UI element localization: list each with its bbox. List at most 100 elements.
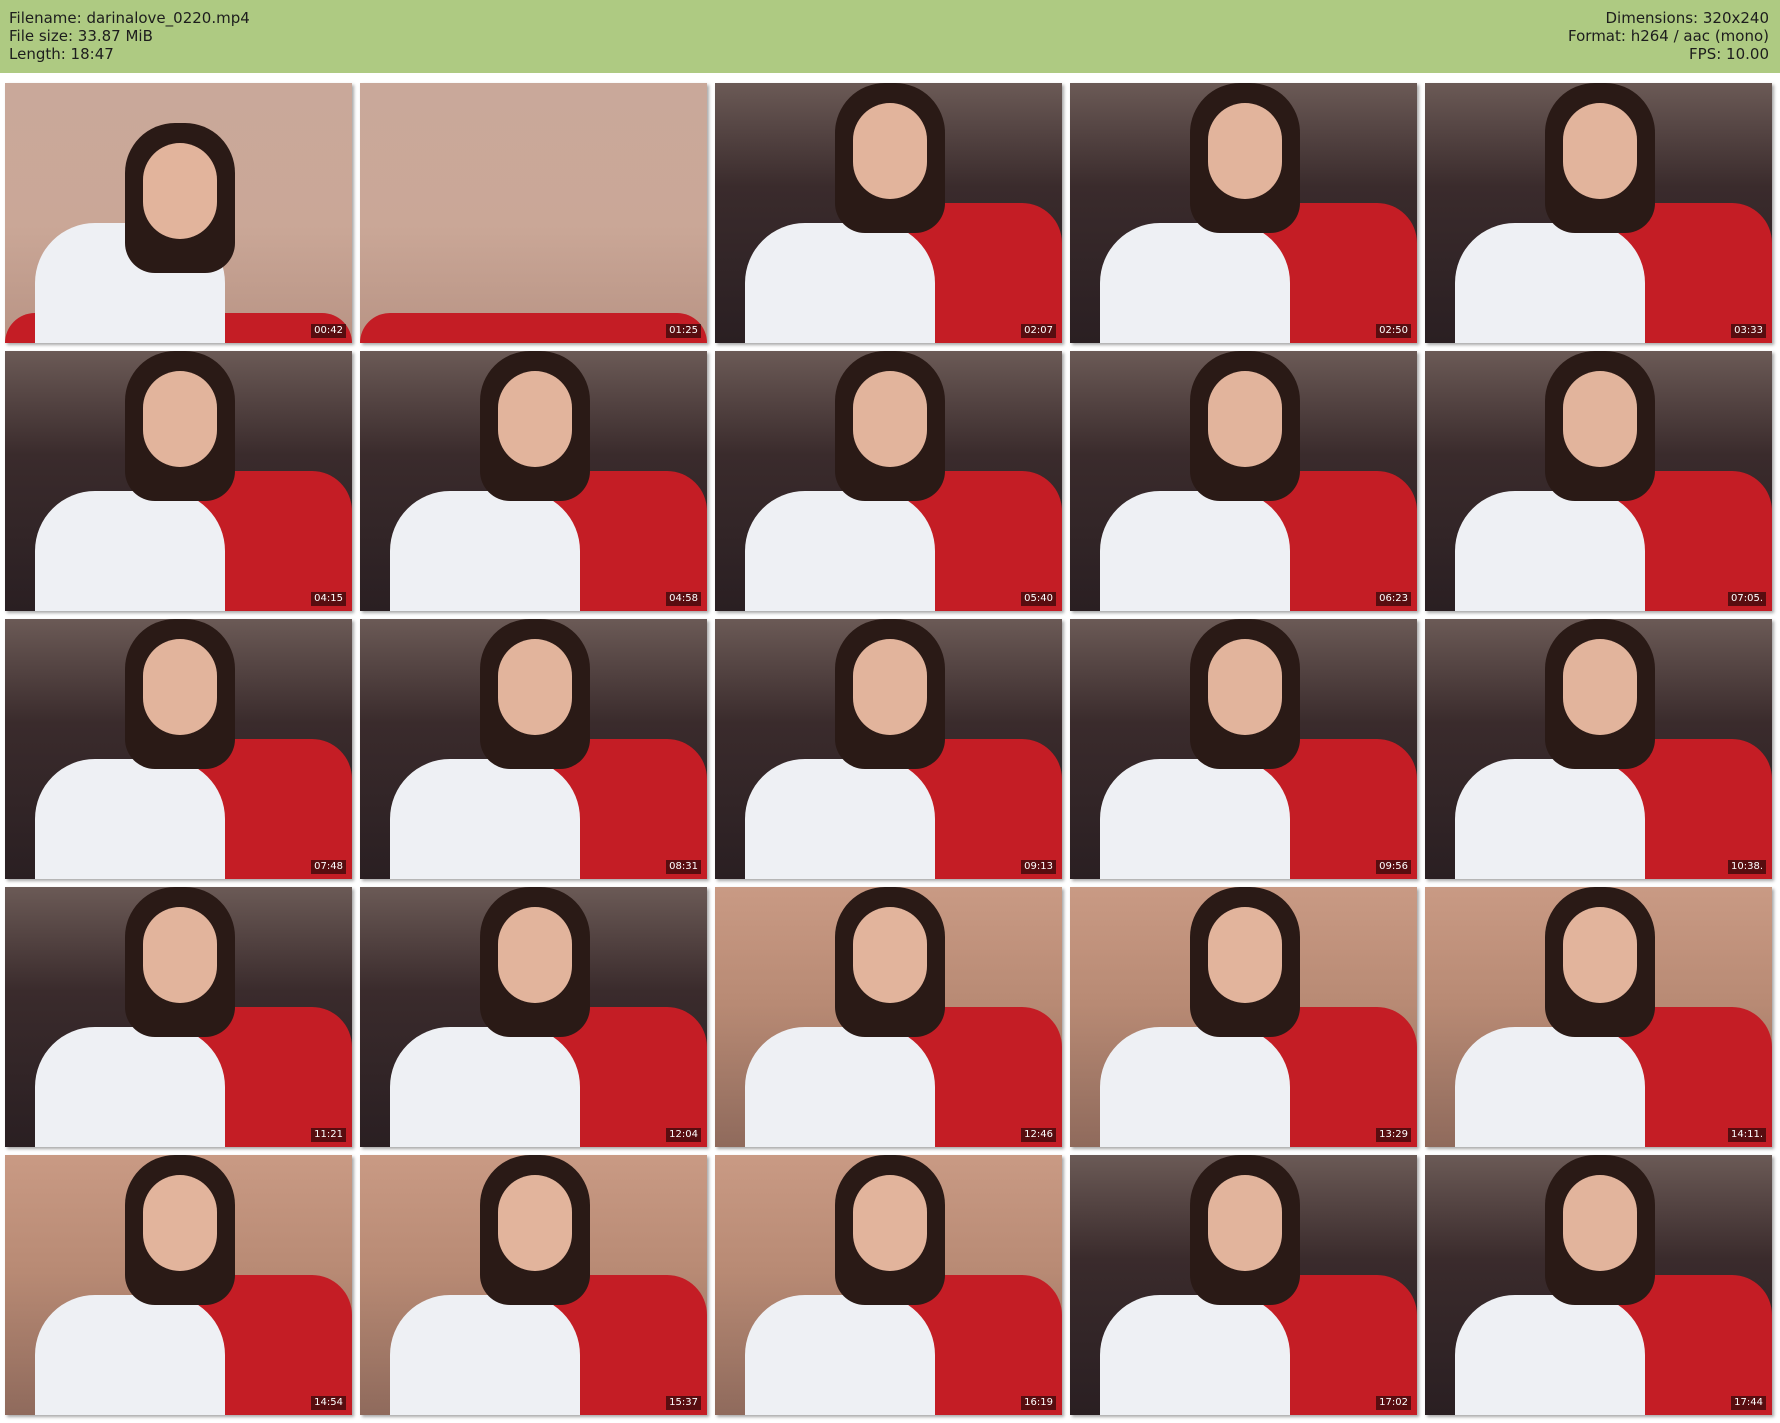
sweater-shape	[390, 759, 580, 879]
timestamp-label: 11:21	[311, 1128, 346, 1142]
face-shape	[853, 103, 927, 199]
timestamp-label: 00:42	[311, 324, 346, 338]
face-shape	[498, 907, 572, 1003]
timestamp-label: 16:19	[1021, 1396, 1056, 1410]
video-thumbnail[interactable]: 02:50	[1070, 83, 1417, 343]
sweater-shape	[745, 1295, 935, 1415]
length-text: Length: 18:47	[9, 45, 114, 63]
sweater-shape	[1455, 1027, 1645, 1147]
sweater-shape	[35, 491, 225, 611]
sweater-shape	[1100, 1027, 1290, 1147]
sweater-shape	[1100, 1295, 1290, 1415]
format-text: Format: h264 / aac (mono)	[1568, 27, 1769, 45]
video-thumbnail[interactable]: 04:58	[360, 351, 707, 611]
media-info: Dimensions: 320x240 Format: h264 / aac (…	[1568, 9, 1769, 63]
face-shape	[498, 371, 572, 467]
face-shape	[853, 1175, 927, 1271]
timestamp-label: 08:31	[666, 860, 701, 874]
face-shape	[1563, 907, 1637, 1003]
video-thumbnail[interactable]: 12:46	[715, 887, 1062, 1147]
face-shape	[1208, 907, 1282, 1003]
video-thumbnail[interactable]: 00:42	[5, 83, 352, 343]
timestamp-label: 02:07	[1021, 324, 1056, 338]
timestamp-label: 04:15	[311, 592, 346, 606]
timestamp-label: 06:23	[1376, 592, 1411, 606]
timestamp-label: 03:33	[1731, 324, 1766, 338]
face-shape	[143, 639, 217, 735]
timestamp-label: 17:44	[1731, 1396, 1766, 1410]
video-thumbnail[interactable]: 16:19	[715, 1155, 1062, 1415]
video-thumbnail[interactable]: 11:21	[5, 887, 352, 1147]
video-thumbnail[interactable]: 09:56	[1070, 619, 1417, 879]
face-shape	[853, 371, 927, 467]
video-thumbnail[interactable]: 08:31	[360, 619, 707, 879]
sweater-shape	[390, 1295, 580, 1415]
sweater-shape	[390, 491, 580, 611]
sweater-shape	[745, 759, 935, 879]
video-thumbnail[interactable]: 13:29	[1070, 887, 1417, 1147]
video-thumbnail[interactable]: 05:40	[715, 351, 1062, 611]
face-shape	[498, 639, 572, 735]
face-shape	[143, 907, 217, 1003]
sweater-shape	[35, 1295, 225, 1415]
timestamp-label: 07:05.	[1728, 592, 1766, 606]
pillow-shape	[360, 313, 707, 343]
timestamp-label: 07:48	[311, 860, 346, 874]
video-thumbnail[interactable]: 15:37	[360, 1155, 707, 1415]
face-shape	[1208, 371, 1282, 467]
face-shape	[1208, 639, 1282, 735]
timestamp-label: 14:11.	[1728, 1128, 1766, 1142]
sweater-shape	[390, 1027, 580, 1147]
sweater-shape	[1100, 491, 1290, 611]
face-shape	[853, 907, 927, 1003]
sweater-shape	[35, 759, 225, 879]
timestamp-label: 10:38.	[1728, 860, 1766, 874]
file-info: Filename: darinalove_0220.mp4 File size:…	[9, 9, 250, 63]
video-thumbnail[interactable]: 14:11.	[1425, 887, 1772, 1147]
sweater-shape	[1100, 759, 1290, 879]
sweater-shape	[1455, 223, 1645, 343]
face-shape	[1563, 103, 1637, 199]
dimensions-text: Dimensions: 320x240	[1605, 9, 1769, 27]
video-thumbnail[interactable]: 10:38.	[1425, 619, 1772, 879]
video-thumbnail[interactable]: 02:07	[715, 83, 1062, 343]
video-thumbnail[interactable]: 03:33	[1425, 83, 1772, 343]
video-thumbnail[interactable]: 04:15	[5, 351, 352, 611]
video-thumbnail[interactable]: 09:13	[715, 619, 1062, 879]
thumbnail-grid: 00:42 01:25 02:07 02:50 03:33 04:15 04:58 05:40…	[5, 83, 1775, 1418]
sweater-shape	[1100, 223, 1290, 343]
filesize-text: File size: 33.87 MiB	[9, 27, 153, 45]
face-shape	[1563, 639, 1637, 735]
face-shape	[853, 639, 927, 735]
video-thumbnail[interactable]: 17:02	[1070, 1155, 1417, 1415]
video-thumbnail[interactable]: 14:54	[5, 1155, 352, 1415]
face-shape	[1208, 103, 1282, 199]
video-thumbnail[interactable]: 01:25	[360, 83, 707, 343]
face-shape	[143, 1175, 217, 1271]
sweater-shape	[1455, 491, 1645, 611]
filename-text: Filename: darinalove_0220.mp4	[9, 9, 250, 27]
face-shape	[143, 371, 217, 467]
face-shape	[1563, 371, 1637, 467]
sweater-shape	[745, 223, 935, 343]
video-thumbnail[interactable]: 12:04	[360, 887, 707, 1147]
timestamp-label: 14:54	[311, 1396, 346, 1410]
timestamp-label: 17:02	[1376, 1396, 1411, 1410]
timestamp-label: 04:58	[666, 592, 701, 606]
face-shape	[498, 1175, 572, 1271]
timestamp-label: 12:46	[1021, 1128, 1056, 1142]
video-thumbnail[interactable]: 17:44	[1425, 1155, 1772, 1415]
timestamp-label: 02:50	[1376, 324, 1411, 338]
sweater-shape	[745, 491, 935, 611]
video-thumbnail[interactable]: 07:48	[5, 619, 352, 879]
timestamp-label: 09:13	[1021, 860, 1056, 874]
timestamp-label: 05:40	[1021, 592, 1056, 606]
sweater-shape	[745, 1027, 935, 1147]
video-thumbnail[interactable]: 07:05.	[1425, 351, 1772, 611]
face-shape	[143, 143, 217, 239]
sweater-shape	[1455, 759, 1645, 879]
timestamp-label: 01:25	[666, 324, 701, 338]
fps-text: FPS: 10.00	[1689, 45, 1769, 63]
video-thumbnail[interactable]: 06:23	[1070, 351, 1417, 611]
face-shape	[1563, 1175, 1637, 1271]
